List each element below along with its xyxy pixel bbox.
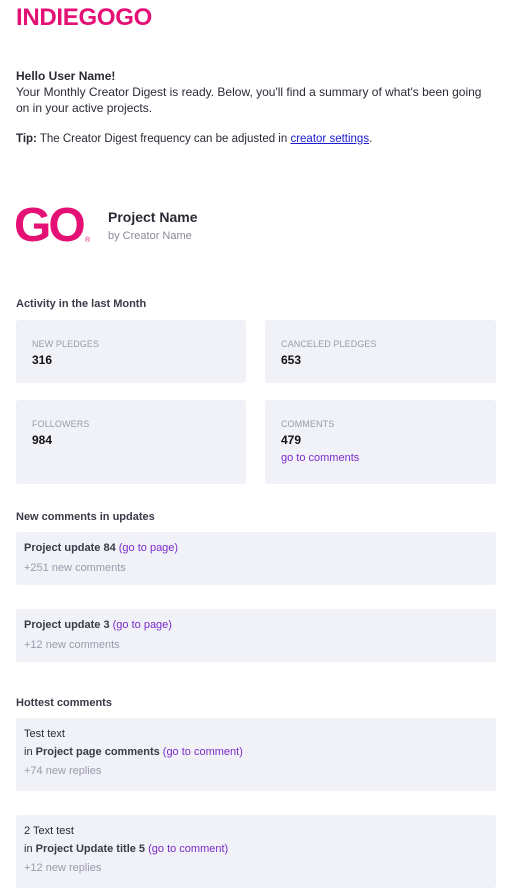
update-title-line: Project update 3 (go to page) — [24, 619, 488, 631]
tip-line: Tip: The Creator Digest frequency can be… — [16, 133, 372, 145]
update-title: Project update 84 — [24, 542, 116, 554]
comment-where: Project Update title 5 — [35, 843, 146, 855]
comment-where: Project page comments — [35, 746, 160, 758]
stat-card-followers: FOLLOWERS 984 — [16, 400, 246, 484]
in-prefix: in — [24, 843, 36, 855]
stat-label: NEW PLEDGES — [32, 339, 100, 349]
comment-text: 2 Text test — [24, 825, 74, 837]
new-replies: +74 new replies — [24, 765, 102, 777]
indiegogo-logo: INDIEGOGO — [16, 4, 152, 31]
go-to-comment-link[interactable]: (go to comment) — [148, 843, 228, 855]
stat-card-canceled-pledges: CANCELED PLEDGES 653 — [265, 320, 496, 383]
tip-end: . — [369, 133, 373, 145]
update-comments-heading: New comments in updates — [16, 511, 155, 523]
stat-value: 316 — [32, 353, 53, 367]
update-comment-item: Project update 3 (go to page) +12 new co… — [16, 609, 496, 662]
hottest-comment-item: 2 Text test in Project Update title 5 (g… — [16, 815, 496, 888]
in-prefix: in — [24, 746, 36, 758]
go-logo: GO — [14, 199, 86, 252]
hottest-comment-item: Test text in Project page comments (go t… — [16, 718, 496, 791]
intro-block: Hello User Name! Your Monthly Creator Di… — [16, 68, 496, 116]
project-creator: by Creator Name — [108, 230, 192, 242]
comment-location: in Project Update title 5 (go to comment… — [24, 843, 488, 855]
creator-settings-link[interactable]: creator settings — [290, 133, 369, 145]
stat-label: COMMENTS — [281, 419, 335, 429]
comment-location: in Project page comments (go to comment) — [24, 746, 488, 758]
activity-heading: Activity in the last Month — [16, 298, 147, 310]
update-new-comments: +251 new comments — [24, 562, 126, 574]
registered-mark: ® — [85, 237, 91, 244]
stat-card-comments: COMMENTS 479 go to comments — [265, 400, 496, 484]
hottest-heading: Hottest comments — [16, 697, 112, 709]
stat-value: 479 — [281, 433, 302, 447]
project-name: Project Name — [108, 209, 198, 225]
update-title-line: Project update 84 (go to page) — [24, 542, 488, 554]
comment-text: Test text — [24, 728, 65, 740]
go-to-comment-link[interactable]: (go to comment) — [163, 746, 243, 758]
tip-text: The Creator Digest frequency can be adju… — [36, 133, 291, 145]
stat-card-new-pledges: NEW PLEDGES 316 — [16, 320, 246, 383]
update-title: Project update 3 — [24, 619, 110, 631]
stat-value: 984 — [32, 433, 53, 447]
stat-label: CANCELED PLEDGES — [281, 339, 377, 349]
go-to-page-link[interactable]: (go to page) — [113, 619, 172, 631]
update-new-comments: +12 new comments — [24, 639, 120, 651]
go-to-page-link[interactable]: (go to page) — [119, 542, 178, 554]
update-comment-item: Project update 84 (go to page) +251 new … — [16, 532, 496, 585]
stat-label: FOLLOWERS — [32, 419, 90, 429]
greeting: Hello User Name! — [16, 69, 116, 83]
stat-value: 653 — [281, 353, 302, 367]
new-replies: +12 new replies — [24, 862, 102, 874]
tip-label: Tip: — [16, 133, 37, 145]
go-to-comments-link[interactable]: go to comments — [281, 452, 480, 464]
intro-body: Your Monthly Creator Digest is ready. Be… — [16, 85, 482, 115]
